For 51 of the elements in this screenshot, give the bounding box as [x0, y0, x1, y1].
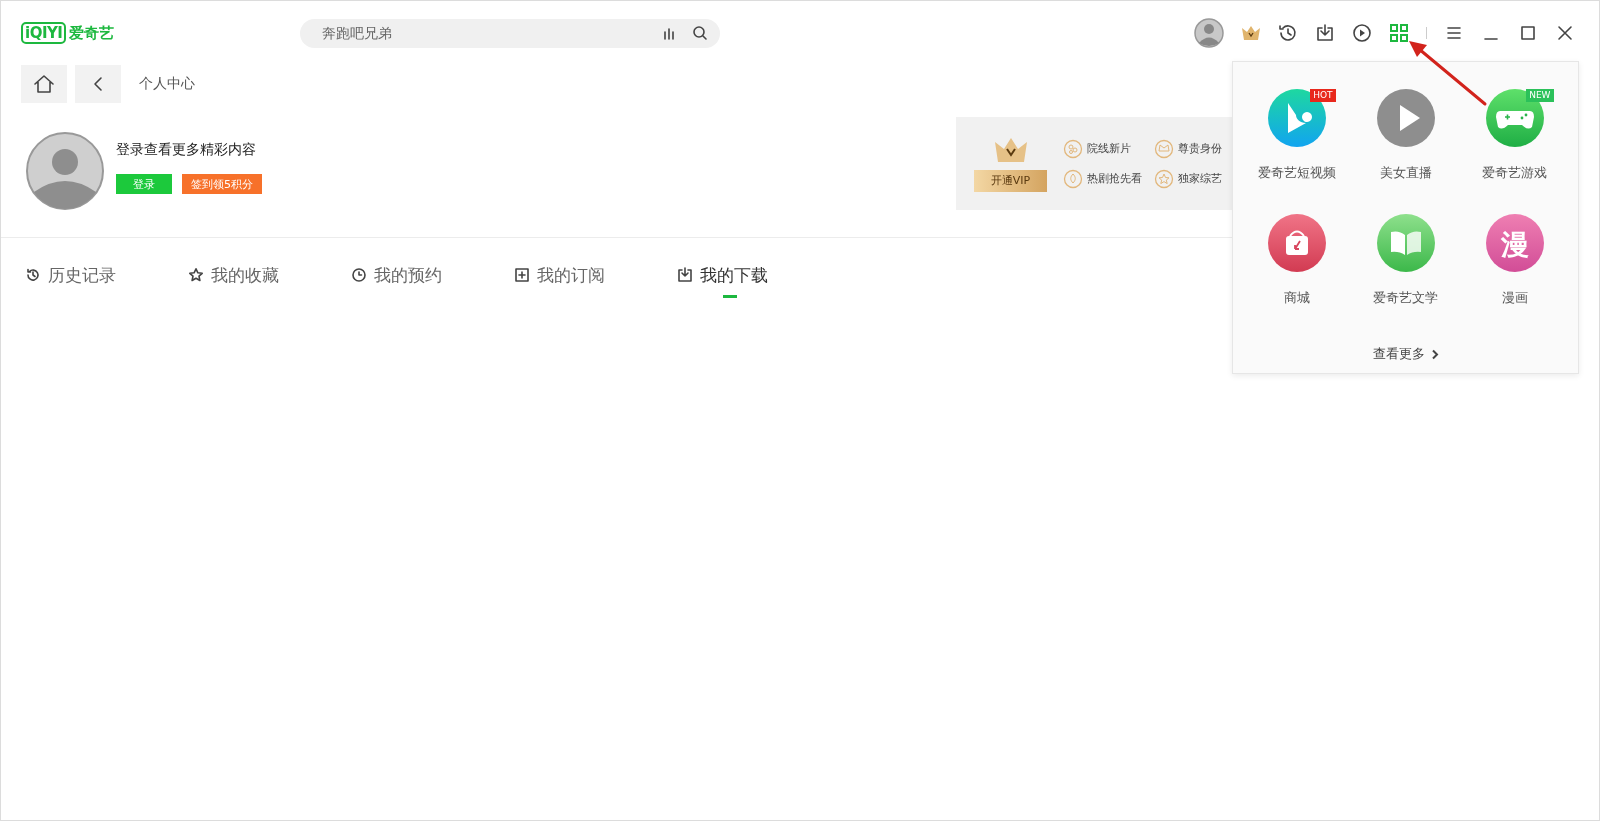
app-label[interactable]: 爱奇艺文学 — [1373, 289, 1438, 307]
tab-icon — [677, 267, 693, 283]
open-vip-button[interactable]: 开通VIP — [974, 169, 1047, 192]
tab[interactable]: 我的预约 — [351, 263, 442, 298]
app-label[interactable]: 爱奇艺游戏 — [1482, 164, 1547, 182]
app-icon[interactable] — [1376, 214, 1435, 272]
avatar-icon[interactable] — [1194, 18, 1224, 48]
tab[interactable]: 我的收藏 — [188, 263, 279, 298]
chevron-right-icon — [1430, 348, 1439, 360]
perk-icon — [1063, 168, 1083, 189]
vip-perk: 尊贵身份 — [1178, 141, 1222, 156]
history-icon[interactable] — [1278, 23, 1298, 43]
tab-icon — [25, 267, 41, 283]
search-field[interactable]: 奔跑吧兄弟 — [320, 24, 663, 42]
logo-mark: iQIYI — [21, 22, 67, 44]
app-badge: NEW — [1526, 89, 1554, 102]
chevron-left-icon — [92, 75, 104, 93]
tab-icon — [188, 267, 204, 283]
search-bar[interactable]: 奔跑吧兄弟 — [300, 18, 721, 48]
app-label[interactable]: 商城 — [1283, 289, 1310, 307]
tab-icon — [351, 267, 367, 283]
tab-icon — [514, 267, 530, 283]
apps-grid-icon[interactable] — [1389, 23, 1409, 43]
home-icon — [33, 74, 55, 94]
app-label[interactable]: 漫画 — [1501, 289, 1528, 307]
view-more-link[interactable]: 查看更多 — [1372, 345, 1439, 363]
download-icon[interactable] — [1315, 23, 1335, 43]
app-icon[interactable] — [1376, 89, 1435, 147]
perk-icon — [1154, 138, 1174, 159]
page-title: 个人中心 — [139, 75, 195, 93]
app-icon[interactable] — [1267, 214, 1326, 272]
search-icon[interactable] — [692, 25, 709, 41]
logo-name: 爱奇艺 — [69, 23, 115, 43]
app-label[interactable]: 爱奇艺短视频 — [1257, 164, 1336, 182]
vip-perk: 热剧抢先看 — [1087, 171, 1142, 186]
play-icon[interactable] — [1352, 23, 1372, 43]
app-label[interactable]: 美女直播 — [1379, 164, 1432, 182]
close-icon[interactable] — [1555, 23, 1575, 43]
tab[interactable]: 我的下载 — [677, 263, 768, 298]
back-button[interactable] — [75, 65, 121, 103]
perk-icon — [1063, 138, 1083, 159]
tab[interactable]: 历史记录 — [25, 263, 116, 298]
tab[interactable]: 我的订阅 — [514, 263, 605, 298]
perk-icon — [1154, 168, 1174, 189]
crown-icon[interactable] — [1241, 25, 1261, 41]
login-prompt: 登录查看更多精彩内容 — [116, 141, 257, 159]
vip-perk: 院线新片 — [1087, 141, 1131, 156]
vip-perk: 独家综艺 — [1178, 171, 1222, 186]
app-badge: HOT — [1310, 89, 1336, 102]
home-button[interactable] — [21, 65, 67, 103]
maximize-icon[interactable] — [1518, 23, 1538, 43]
